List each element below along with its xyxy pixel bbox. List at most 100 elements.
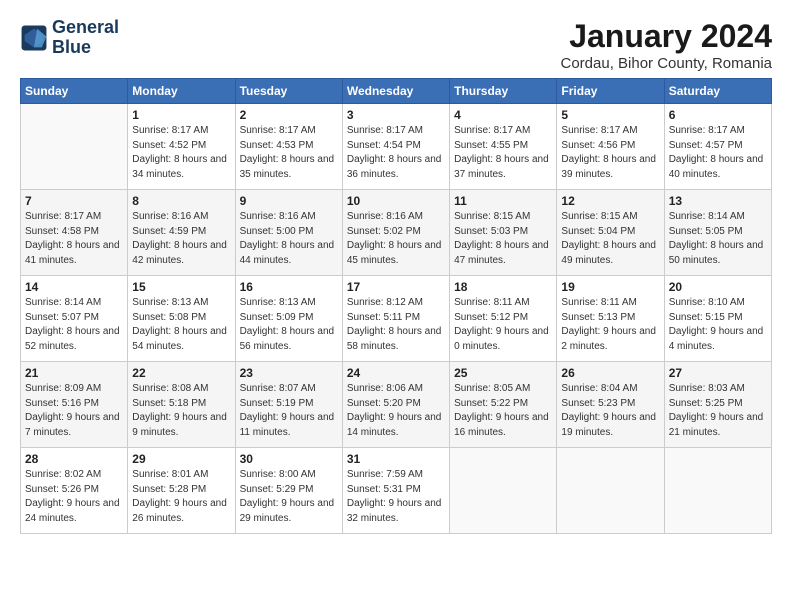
day-info: Sunrise: 8:17 AMSunset: 4:56 PMDaylight:… [561, 124, 659, 182]
day-number: 21 [25, 366, 123, 380]
col-wednesday: Wednesday [342, 79, 449, 104]
day-info: Sunrise: 8:01 AMSunset: 5:28 PMDaylight:… [132, 468, 230, 526]
cell-w4-d3: 23 Sunrise: 8:07 AMSunset: 5:19 PMDayligh… [235, 362, 342, 448]
cell-w2-d4: 10Sunrise: 8:16 AMSunset: 5:02 PMDayligh… [342, 190, 449, 276]
day-info: Sunrise: 8:11 AMSunset: 5:12 PMDaylight:… [454, 296, 552, 354]
cell-w3-d1: 14 Sunrise: 8:14 AMSunset: 5:07 PMDayligh… [21, 276, 128, 362]
day-number: 17 [347, 280, 445, 294]
title-section: January 2024 Cordau, Bihor County, Roman… [561, 18, 773, 72]
col-friday: Friday [557, 79, 664, 104]
day-number: 26 [561, 366, 659, 380]
header: General Blue January 2024 Cordau, Bihor … [20, 18, 772, 72]
day-number: 8 [132, 194, 230, 208]
day-info: Sunrise: 8:02 AMSunset: 5:26 PMDaylight:… [25, 468, 123, 526]
cell-w1-d1 [21, 104, 128, 190]
day-info: Sunrise: 8:14 AMSunset: 5:05 PMDaylight:… [669, 210, 767, 268]
logo-line2: Blue [52, 38, 119, 58]
day-number: 14 [25, 280, 123, 294]
col-thursday: Thursday [450, 79, 557, 104]
cell-w2-d3: 9 Sunrise: 8:16 AMSunset: 5:00 PMDaylight… [235, 190, 342, 276]
week-row-3: 14 Sunrise: 8:14 AMSunset: 5:07 PMDayligh… [21, 276, 772, 362]
day-info: Sunrise: 8:10 AMSunset: 5:15 PMDaylight:… [669, 296, 767, 354]
day-info: Sunrise: 8:12 AMSunset: 5:11 PMDaylight:… [347, 296, 445, 354]
day-number: 29 [132, 452, 230, 466]
day-info: Sunrise: 8:16 AMSunset: 5:00 PMDaylight:… [240, 210, 338, 268]
day-number: 25 [454, 366, 552, 380]
day-info: Sunrise: 8:08 AMSunset: 5:18 PMDaylight:… [132, 382, 230, 440]
day-info: Sunrise: 8:03 AMSunset: 5:25 PMDaylight:… [669, 382, 767, 440]
day-info: Sunrise: 8:17 AMSunset: 4:57 PMDaylight:… [669, 124, 767, 182]
cell-w1-d3: 2 Sunrise: 8:17 AMSunset: 4:53 PMDaylight… [235, 104, 342, 190]
day-info: Sunrise: 8:14 AMSunset: 5:07 PMDaylight:… [25, 296, 123, 354]
cell-w1-d5: 4 Sunrise: 8:17 AMSunset: 4:55 PMDaylight… [450, 104, 557, 190]
logo-icon [20, 24, 48, 52]
cell-w4-d5: 25 Sunrise: 8:05 AMSunset: 5:22 PMDayligh… [450, 362, 557, 448]
cell-w3-d3: 16 Sunrise: 8:13 AMSunset: 5:09 PMDayligh… [235, 276, 342, 362]
cell-w2-d7: 13Sunrise: 8:14 AMSunset: 5:05 PMDayligh… [664, 190, 771, 276]
col-monday: Monday [128, 79, 235, 104]
day-info: Sunrise: 8:17 AMSunset: 4:53 PMDaylight:… [240, 124, 338, 182]
day-number: 23 [240, 366, 338, 380]
week-row-2: 7 Sunrise: 8:17 AMSunset: 4:58 PMDaylight… [21, 190, 772, 276]
logo-line1: General [52, 18, 119, 38]
cell-w1-d6: 5 Sunrise: 8:17 AMSunset: 4:56 PMDaylight… [557, 104, 664, 190]
day-info: Sunrise: 8:04 AMSunset: 5:23 PMDaylight:… [561, 382, 659, 440]
main-title: January 2024 [561, 18, 773, 55]
day-number: 30 [240, 452, 338, 466]
cell-w4-d4: 24Sunrise: 8:06 AMSunset: 5:20 PMDayligh… [342, 362, 449, 448]
page-container: General Blue January 2024 Cordau, Bihor … [0, 0, 792, 544]
day-info: Sunrise: 8:07 AMSunset: 5:19 PMDaylight:… [240, 382, 338, 440]
cell-w3-d6: 19Sunrise: 8:11 AMSunset: 5:13 PMDayligh… [557, 276, 664, 362]
col-saturday: Saturday [664, 79, 771, 104]
calendar-table: Sunday Monday Tuesday Wednesday Thursday… [20, 78, 772, 534]
day-number: 16 [240, 280, 338, 294]
cell-w4-d6: 26 Sunrise: 8:04 AMSunset: 5:23 PMDayligh… [557, 362, 664, 448]
week-row-1: 1Sunrise: 8:17 AMSunset: 4:52 PMDaylight… [21, 104, 772, 190]
cell-w1-d4: 3 Sunrise: 8:17 AMSunset: 4:54 PMDaylight… [342, 104, 449, 190]
week-row-4: 21Sunrise: 8:09 AMSunset: 5:16 PMDayligh… [21, 362, 772, 448]
day-number: 5 [561, 108, 659, 122]
cell-w5-d6 [557, 448, 664, 534]
cell-w5-d3: 30 Sunrise: 8:00 AMSunset: 5:29 PMDayligh… [235, 448, 342, 534]
cell-w2-d6: 12Sunrise: 8:15 AMSunset: 5:04 PMDayligh… [557, 190, 664, 276]
cell-w3-d7: 20 Sunrise: 8:10 AMSunset: 5:15 PMDayligh… [664, 276, 771, 362]
day-number: 27 [669, 366, 767, 380]
day-info: Sunrise: 8:05 AMSunset: 5:22 PMDaylight:… [454, 382, 552, 440]
day-number: 6 [669, 108, 767, 122]
day-info: Sunrise: 7:59 AMSunset: 5:31 PMDaylight:… [347, 468, 445, 526]
day-info: Sunrise: 8:13 AMSunset: 5:09 PMDaylight:… [240, 296, 338, 354]
cell-w2-d2: 8Sunrise: 8:16 AMSunset: 4:59 PMDaylight… [128, 190, 235, 276]
calendar-body: 1Sunrise: 8:17 AMSunset: 4:52 PMDaylight… [21, 104, 772, 534]
cell-w5-d1: 28 Sunrise: 8:02 AMSunset: 5:26 PMDayligh… [21, 448, 128, 534]
cell-w5-d7 [664, 448, 771, 534]
logo: General Blue [20, 18, 119, 58]
day-number: 28 [25, 452, 123, 466]
day-number: 4 [454, 108, 552, 122]
day-info: Sunrise: 8:11 AMSunset: 5:13 PMDaylight:… [561, 296, 659, 354]
day-info: Sunrise: 8:17 AMSunset: 4:58 PMDaylight:… [25, 210, 123, 268]
col-sunday: Sunday [21, 79, 128, 104]
cell-w2-d5: 11Sunrise: 8:15 AMSunset: 5:03 PMDayligh… [450, 190, 557, 276]
day-info: Sunrise: 8:00 AMSunset: 5:29 PMDaylight:… [240, 468, 338, 526]
logo-text: General Blue [52, 18, 119, 58]
cell-w5-d4: 31 Sunrise: 7:59 AMSunset: 5:31 PMDayligh… [342, 448, 449, 534]
day-number: 18 [454, 280, 552, 294]
day-info: Sunrise: 8:17 AMSunset: 4:52 PMDaylight:… [132, 124, 230, 182]
cell-w4-d2: 22 Sunrise: 8:08 AMSunset: 5:18 PMDayligh… [128, 362, 235, 448]
day-number: 22 [132, 366, 230, 380]
cell-w3-d5: 18 Sunrise: 8:11 AMSunset: 5:12 PMDayligh… [450, 276, 557, 362]
day-number: 9 [240, 194, 338, 208]
cell-w2-d1: 7 Sunrise: 8:17 AMSunset: 4:58 PMDaylight… [21, 190, 128, 276]
day-info: Sunrise: 8:16 AMSunset: 5:02 PMDaylight:… [347, 210, 445, 268]
day-info: Sunrise: 8:17 AMSunset: 4:54 PMDaylight:… [347, 124, 445, 182]
day-number: 3 [347, 108, 445, 122]
day-number: 2 [240, 108, 338, 122]
day-number: 7 [25, 194, 123, 208]
day-number: 31 [347, 452, 445, 466]
cell-w4-d1: 21Sunrise: 8:09 AMSunset: 5:16 PMDayligh… [21, 362, 128, 448]
day-info: Sunrise: 8:17 AMSunset: 4:55 PMDaylight:… [454, 124, 552, 182]
cell-w5-d2: 29 Sunrise: 8:01 AMSunset: 5:28 PMDayligh… [128, 448, 235, 534]
cell-w1-d2: 1Sunrise: 8:17 AMSunset: 4:52 PMDaylight… [128, 104, 235, 190]
day-number: 11 [454, 194, 552, 208]
day-number: 20 [669, 280, 767, 294]
